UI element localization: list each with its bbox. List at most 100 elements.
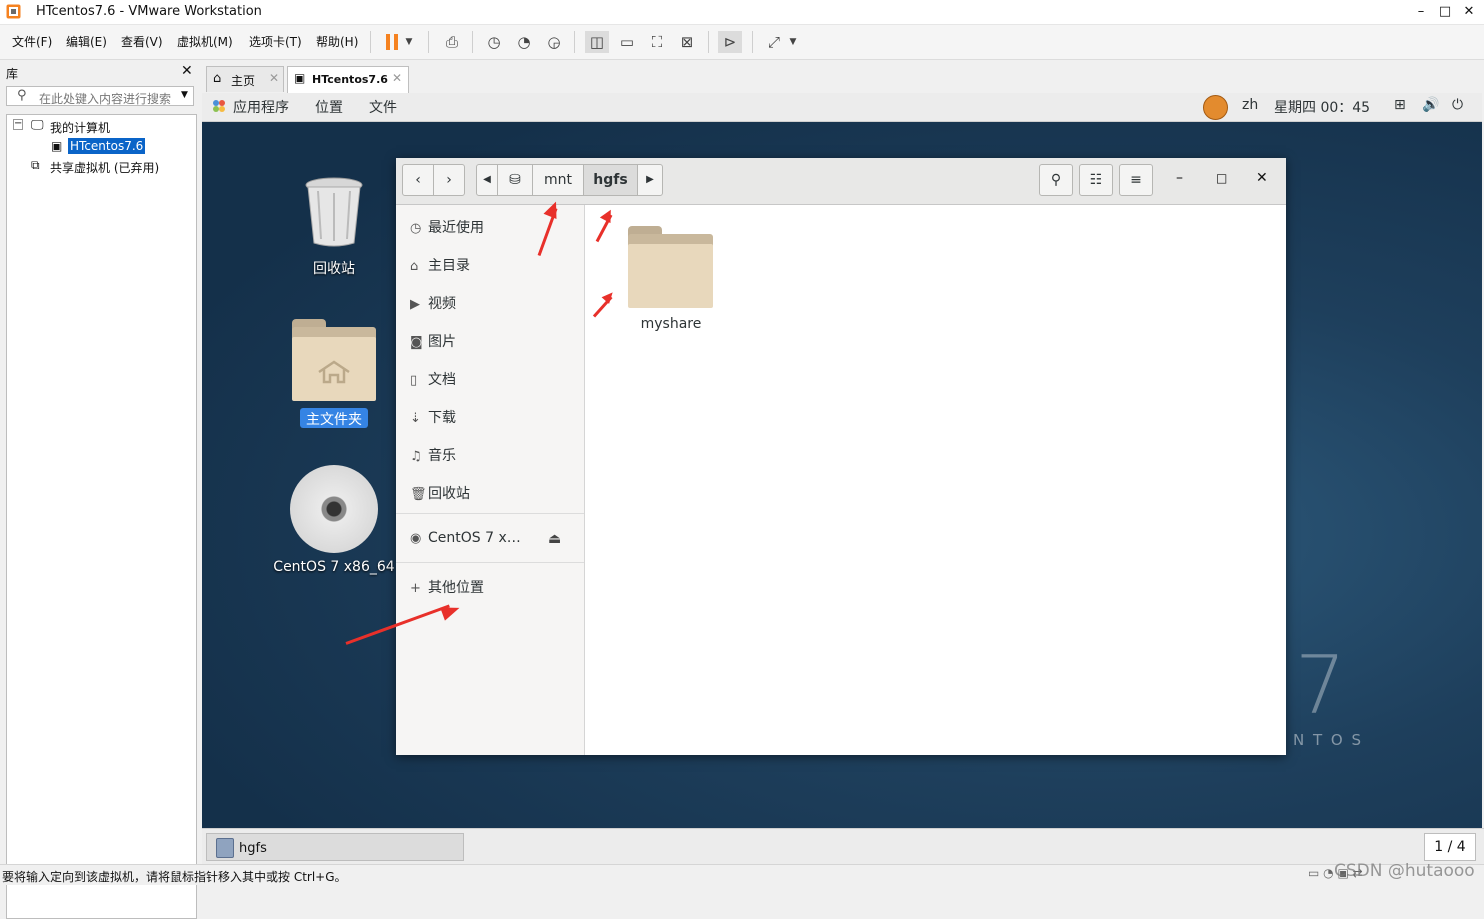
document-icon: ▯: [410, 373, 418, 388]
path-scroll-right-icon[interactable]: ▶: [637, 164, 663, 196]
tab-strip: ⌂ 主页 ✕ ▣ HTcentos7.6 ✕: [202, 61, 1484, 93]
back-button[interactable]: ‹: [402, 164, 434, 196]
tree-shared-vms[interactable]: 共享虚拟机 (已弃用): [50, 159, 159, 176]
hamburger-menu-button[interactable]: ≡: [1119, 164, 1153, 196]
stretch-dropdown-icon[interactable]: ▼: [786, 31, 800, 53]
toolbar-separator: [752, 31, 753, 53]
power-icon[interactable]: ⏻: [1452, 97, 1463, 113]
vmware-logo-icon: [6, 4, 21, 19]
minimize-button[interactable]: –: [1410, 2, 1432, 22]
search-dropdown-icon[interactable]: ▼: [181, 90, 188, 100]
window-minimize-icon[interactable]: –: [1176, 170, 1183, 186]
gnome-applications-menu[interactable]: 应用程序: [233, 97, 289, 117]
gnome-foot-icon: [212, 99, 226, 113]
music-icon: ♫: [410, 449, 422, 464]
sidebar-item-music[interactable]: ♫ 音乐: [410, 445, 580, 467]
snapshot-manager-icon[interactable]: ◶: [542, 31, 566, 53]
annotation-arrowhead: [599, 206, 617, 224]
toolbar-separator: [370, 31, 371, 53]
input-method-icon[interactable]: [1203, 95, 1228, 120]
tree-vm-htcentos[interactable]: HTcentos7.6: [68, 138, 146, 154]
desktop-trash-label[interactable]: 回收站: [294, 258, 374, 278]
sidebar-item-documents[interactable]: ▯ 文档: [410, 369, 580, 391]
library-close-icon[interactable]: ✕: [181, 63, 193, 79]
tab-htcentos-label: HTcentos7.6: [312, 73, 388, 86]
menu-edit[interactable]: 编辑(E): [66, 33, 107, 50]
forward-button[interactable]: ›: [433, 164, 465, 196]
gnome-files-menu[interactable]: 文件: [369, 97, 397, 117]
full-screen-icon[interactable]: ⛶: [645, 31, 669, 53]
revert-snapshot-icon[interactable]: ◔: [512, 31, 536, 53]
menu-file[interactable]: 文件(F): [12, 33, 52, 50]
tab-close-icon[interactable]: ✕: [392, 71, 402, 85]
unity-icon[interactable]: ⊠: [675, 31, 699, 53]
sidebar-item-other-locations[interactable]: + 其他位置: [410, 577, 580, 599]
sidebar-item-downloads[interactable]: ⇣ 下载: [410, 407, 580, 429]
file-manager-header: ‹ › ◀ ⛁ mnt hgfs ▶ ⚲ ☷ ≡ – □ ✕: [396, 158, 1286, 205]
video-icon: ▶: [410, 297, 420, 312]
tree-my-computer[interactable]: 我的计算机: [50, 119, 110, 136]
sidebar-item-pictures[interactable]: ◙ 图片: [410, 331, 580, 353]
tab-home-label: 主页: [231, 74, 256, 88]
sidebar-item-recent[interactable]: ◷ 最近使用: [410, 217, 580, 239]
sidebar-item-trash[interactable]: 🗑回收站: [410, 483, 580, 505]
language-indicator[interactable]: zh: [1242, 97, 1258, 113]
window-maximize-icon[interactable]: □: [1216, 171, 1227, 185]
search-icon: ⚲: [17, 88, 27, 103]
search-button[interactable]: ⚲: [1039, 164, 1073, 196]
cd-disc-icon[interactable]: [290, 465, 378, 553]
path-scroll-left-icon[interactable]: ◀: [476, 164, 498, 196]
myshare-folder-icon[interactable]: [628, 226, 713, 308]
pause-dropdown-icon[interactable]: ▼: [402, 31, 416, 53]
desktop-disc-label[interactable]: CentOS 7 x86_64: [268, 559, 400, 575]
menu-tabs[interactable]: 选项卡(T): [249, 33, 302, 50]
centos-watermark-number: 7: [1295, 639, 1346, 732]
snapshot-icon[interactable]: ◷: [482, 31, 506, 53]
menu-view[interactable]: 查看(V): [121, 33, 163, 50]
stretch-guest-icon[interactable]: ⤢: [762, 31, 786, 53]
toolbar-separator: [472, 31, 473, 53]
path-segment-mnt[interactable]: mnt: [532, 164, 584, 196]
myshare-folder-label[interactable]: myshare: [626, 316, 716, 332]
pause-icon[interactable]: [380, 31, 404, 53]
send-ctrl-alt-del-icon[interactable]: ⎙: [440, 31, 464, 53]
close-button[interactable]: ✕: [1458, 2, 1480, 22]
vm-console[interactable]: 应用程序 位置 文件 zh 星期四 00：45 ⊞ 🔊 ⏻ 回收站 主文件夹 C…: [202, 93, 1482, 828]
show-library-icon[interactable]: ◫: [585, 31, 609, 53]
window-close-icon[interactable]: ✕: [1256, 170, 1268, 186]
volume-icon[interactable]: 🔊: [1422, 97, 1439, 113]
trash-icon[interactable]: [304, 175, 364, 247]
sidebar-separator: [396, 562, 584, 563]
desktop-home-label[interactable]: 主文件夹: [300, 409, 368, 429]
gnome-places-menu[interactable]: 位置: [315, 97, 343, 117]
sidebar-item-videos[interactable]: ▶ 视频: [410, 293, 580, 315]
tab-htcentos[interactable]: ▣ HTcentos7.6 ✕: [287, 66, 409, 93]
tab-home[interactable]: ⌂ 主页 ✕: [206, 66, 284, 92]
library-search-input[interactable]: ⚲ 在此处键入内容进行搜索 ▼: [6, 86, 194, 106]
console-view-icon[interactable]: ⊳: [718, 31, 742, 53]
menu-help[interactable]: 帮助(H): [316, 33, 358, 50]
maximize-button[interactable]: □: [1434, 2, 1456, 22]
plus-icon: +: [410, 581, 421, 596]
window-title: HTcentos7.6 - VMware Workstation: [36, 4, 262, 19]
window-title-bar: HTcentos7.6 - VMware Workstation – □ ✕: [0, 0, 1484, 25]
clock[interactable]: 星期四 00：45: [1274, 97, 1370, 117]
guest-taskbar: hgfs 1 / 4: [202, 828, 1484, 865]
network-icon[interactable]: ⊞: [1394, 97, 1406, 113]
tab-close-icon[interactable]: ✕: [269, 71, 279, 85]
tree-collapse-icon[interactable]: −: [13, 119, 23, 130]
eject-icon[interactable]: ⏏: [548, 531, 561, 547]
taskbar-window-hgfs[interactable]: hgfs: [206, 833, 464, 861]
path-segment-hgfs[interactable]: hgfs: [583, 164, 638, 196]
home-icon: ⌂: [410, 259, 419, 274]
sidebar-item-home[interactable]: ⌂ 主目录: [410, 255, 580, 277]
thumbnail-bar-icon[interactable]: ▭: [615, 31, 639, 53]
path-root-drive-icon[interactable]: ⛁: [497, 164, 533, 196]
status-message: 要将输入定向到该虚拟机，请将鼠标指针移入其中或按 Ctrl+G。: [2, 870, 347, 884]
menu-toolbar: 文件(F) 编辑(E) 查看(V) 虚拟机(M) 选项卡(T) 帮助(H) ▼ …: [0, 25, 1484, 60]
view-toggle-button[interactable]: ☷: [1079, 164, 1113, 196]
home-folder-icon[interactable]: [292, 319, 376, 401]
menu-vm[interactable]: 虚拟机(M): [177, 33, 233, 50]
search-placeholder: 在此处键入内容进行搜索: [39, 92, 172, 106]
workspace-pager[interactable]: 1 / 4: [1424, 833, 1476, 861]
